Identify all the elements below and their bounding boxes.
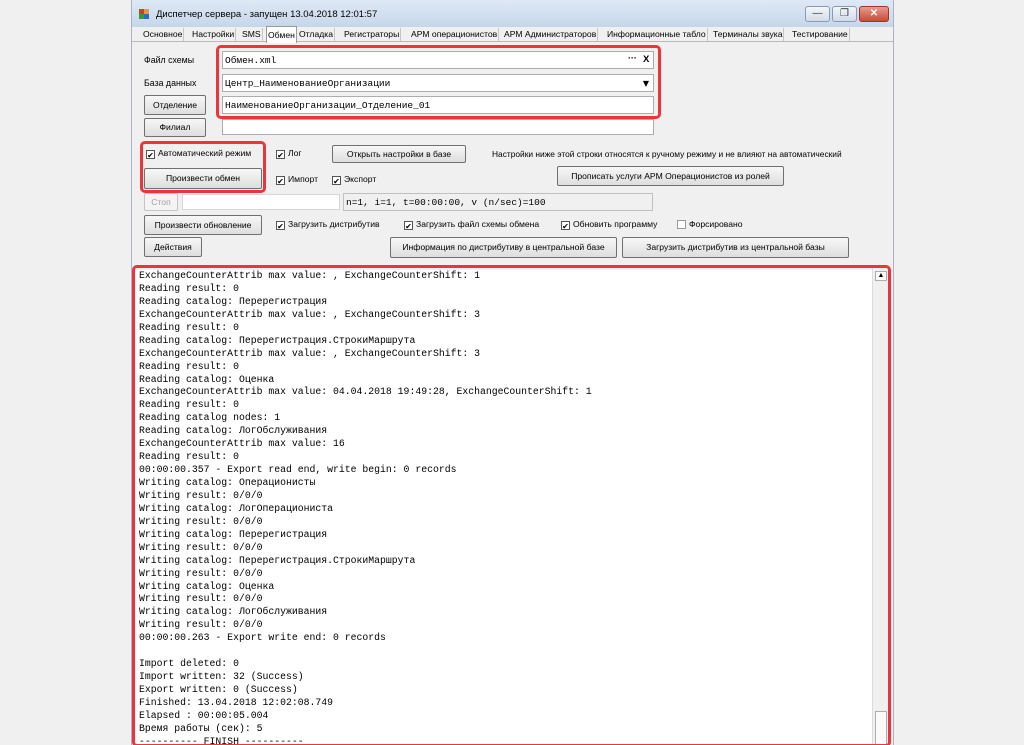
- stats-field: n=1, i=1, t=00:00:00, v (n/sec)=100: [343, 193, 653, 211]
- actions-button[interactable]: Действия: [144, 237, 202, 257]
- run-update-button[interactable]: Произвести обновление: [144, 215, 262, 235]
- stats-value: n=1, i=1, t=00:00:00, v (n/sec)=100: [346, 197, 546, 208]
- checkbox-checked-icon: [404, 221, 413, 230]
- tab-exchange[interactable]: Обмен: [266, 26, 297, 43]
- distrib-info-button[interactable]: Информация по дистрибутиву в центральной…: [390, 237, 617, 258]
- stop-button[interactable]: Стоп: [144, 193, 178, 211]
- highlight-exchange-controls: [140, 141, 266, 193]
- minimize-button[interactable]: —: [805, 6, 830, 22]
- branch-button[interactable]: Филиал: [144, 118, 206, 137]
- tab-sound-terminals[interactable]: Терминалы звука: [712, 28, 785, 41]
- tab-debug[interactable]: Отладка: [298, 28, 335, 41]
- import-checkbox[interactable]: Импорт: [276, 174, 318, 185]
- branch-field[interactable]: [222, 119, 654, 135]
- tab-registrators[interactable]: Регистраторы: [343, 28, 402, 41]
- database-label: База данных: [144, 78, 197, 88]
- import-label: Импорт: [288, 174, 319, 184]
- progress-field: [182, 194, 340, 210]
- window-title: Диспетчер сервера - запущен 13.04.2018 1…: [156, 9, 378, 20]
- export-label: Экспорт: [344, 174, 377, 184]
- tab-main[interactable]: Основное: [142, 28, 185, 41]
- tab-settings[interactable]: Настройки: [191, 28, 237, 41]
- open-settings-button[interactable]: Открыть настройки в базе: [332, 145, 466, 163]
- server-dispatcher-window: Диспетчер сервера - запущен 13.04.2018 1…: [131, 0, 894, 745]
- log-checkbox[interactable]: Лог: [276, 148, 302, 159]
- manual-mode-note: Настройки ниже этой строки относятся к р…: [492, 149, 842, 159]
- schema-file-label: Файл схемы: [144, 55, 195, 65]
- assign-services-button[interactable]: Прописать услуги АРМ Операционистов из р…: [557, 166, 784, 186]
- export-checkbox[interactable]: Экспорт: [332, 174, 376, 185]
- title-bar: Диспетчер сервера - запущен 13.04.2018 1…: [132, 0, 893, 27]
- highlight-form-fields: [216, 45, 661, 119]
- restore-button[interactable]: ❐: [832, 6, 857, 22]
- log-label: Лог: [288, 148, 302, 158]
- checkbox-checked-icon: [332, 176, 341, 185]
- tab-operator-workstations[interactable]: АРМ операционистов: [410, 28, 500, 41]
- tab-info-boards[interactable]: Информационные табло: [606, 28, 708, 41]
- load-distrib-checkbox[interactable]: Загрузить дистрибутив: [276, 219, 380, 230]
- app-icon: [139, 9, 149, 19]
- load-distrib-label: Загрузить дистрибутив: [288, 219, 380, 229]
- force-label: Форсировано: [689, 219, 743, 229]
- tab-bar: Основное Настройки SMS Обмен Отладка Рег…: [132, 26, 893, 43]
- checkbox-checked-icon: [276, 176, 285, 185]
- checkbox-checked-icon: [276, 150, 285, 159]
- load-schema-label: Загрузить файл схемы обмена: [416, 219, 540, 229]
- checkbox-checked-icon: [561, 221, 570, 230]
- checkbox-checked-icon: [276, 221, 285, 230]
- tab-sms[interactable]: SMS: [241, 28, 263, 41]
- force-checkbox[interactable]: Форсировано: [677, 219, 743, 229]
- update-program-label: Обновить программу: [573, 219, 658, 229]
- load-distrib-central-button[interactable]: Загрузить дистрибутив из центральной баз…: [622, 237, 849, 258]
- highlight-log-area: [132, 265, 891, 745]
- load-schema-checkbox[interactable]: Загрузить файл схемы обмена: [404, 219, 539, 230]
- tab-testing[interactable]: Тестирование: [791, 28, 850, 41]
- checkbox-unchecked-icon: [677, 220, 686, 229]
- department-button[interactable]: Отделение: [144, 95, 206, 115]
- tab-admin-workstations[interactable]: АРМ Администраторов: [503, 28, 599, 41]
- update-program-checkbox[interactable]: Обновить программу: [561, 219, 657, 230]
- close-button[interactable]: ✕: [859, 6, 889, 22]
